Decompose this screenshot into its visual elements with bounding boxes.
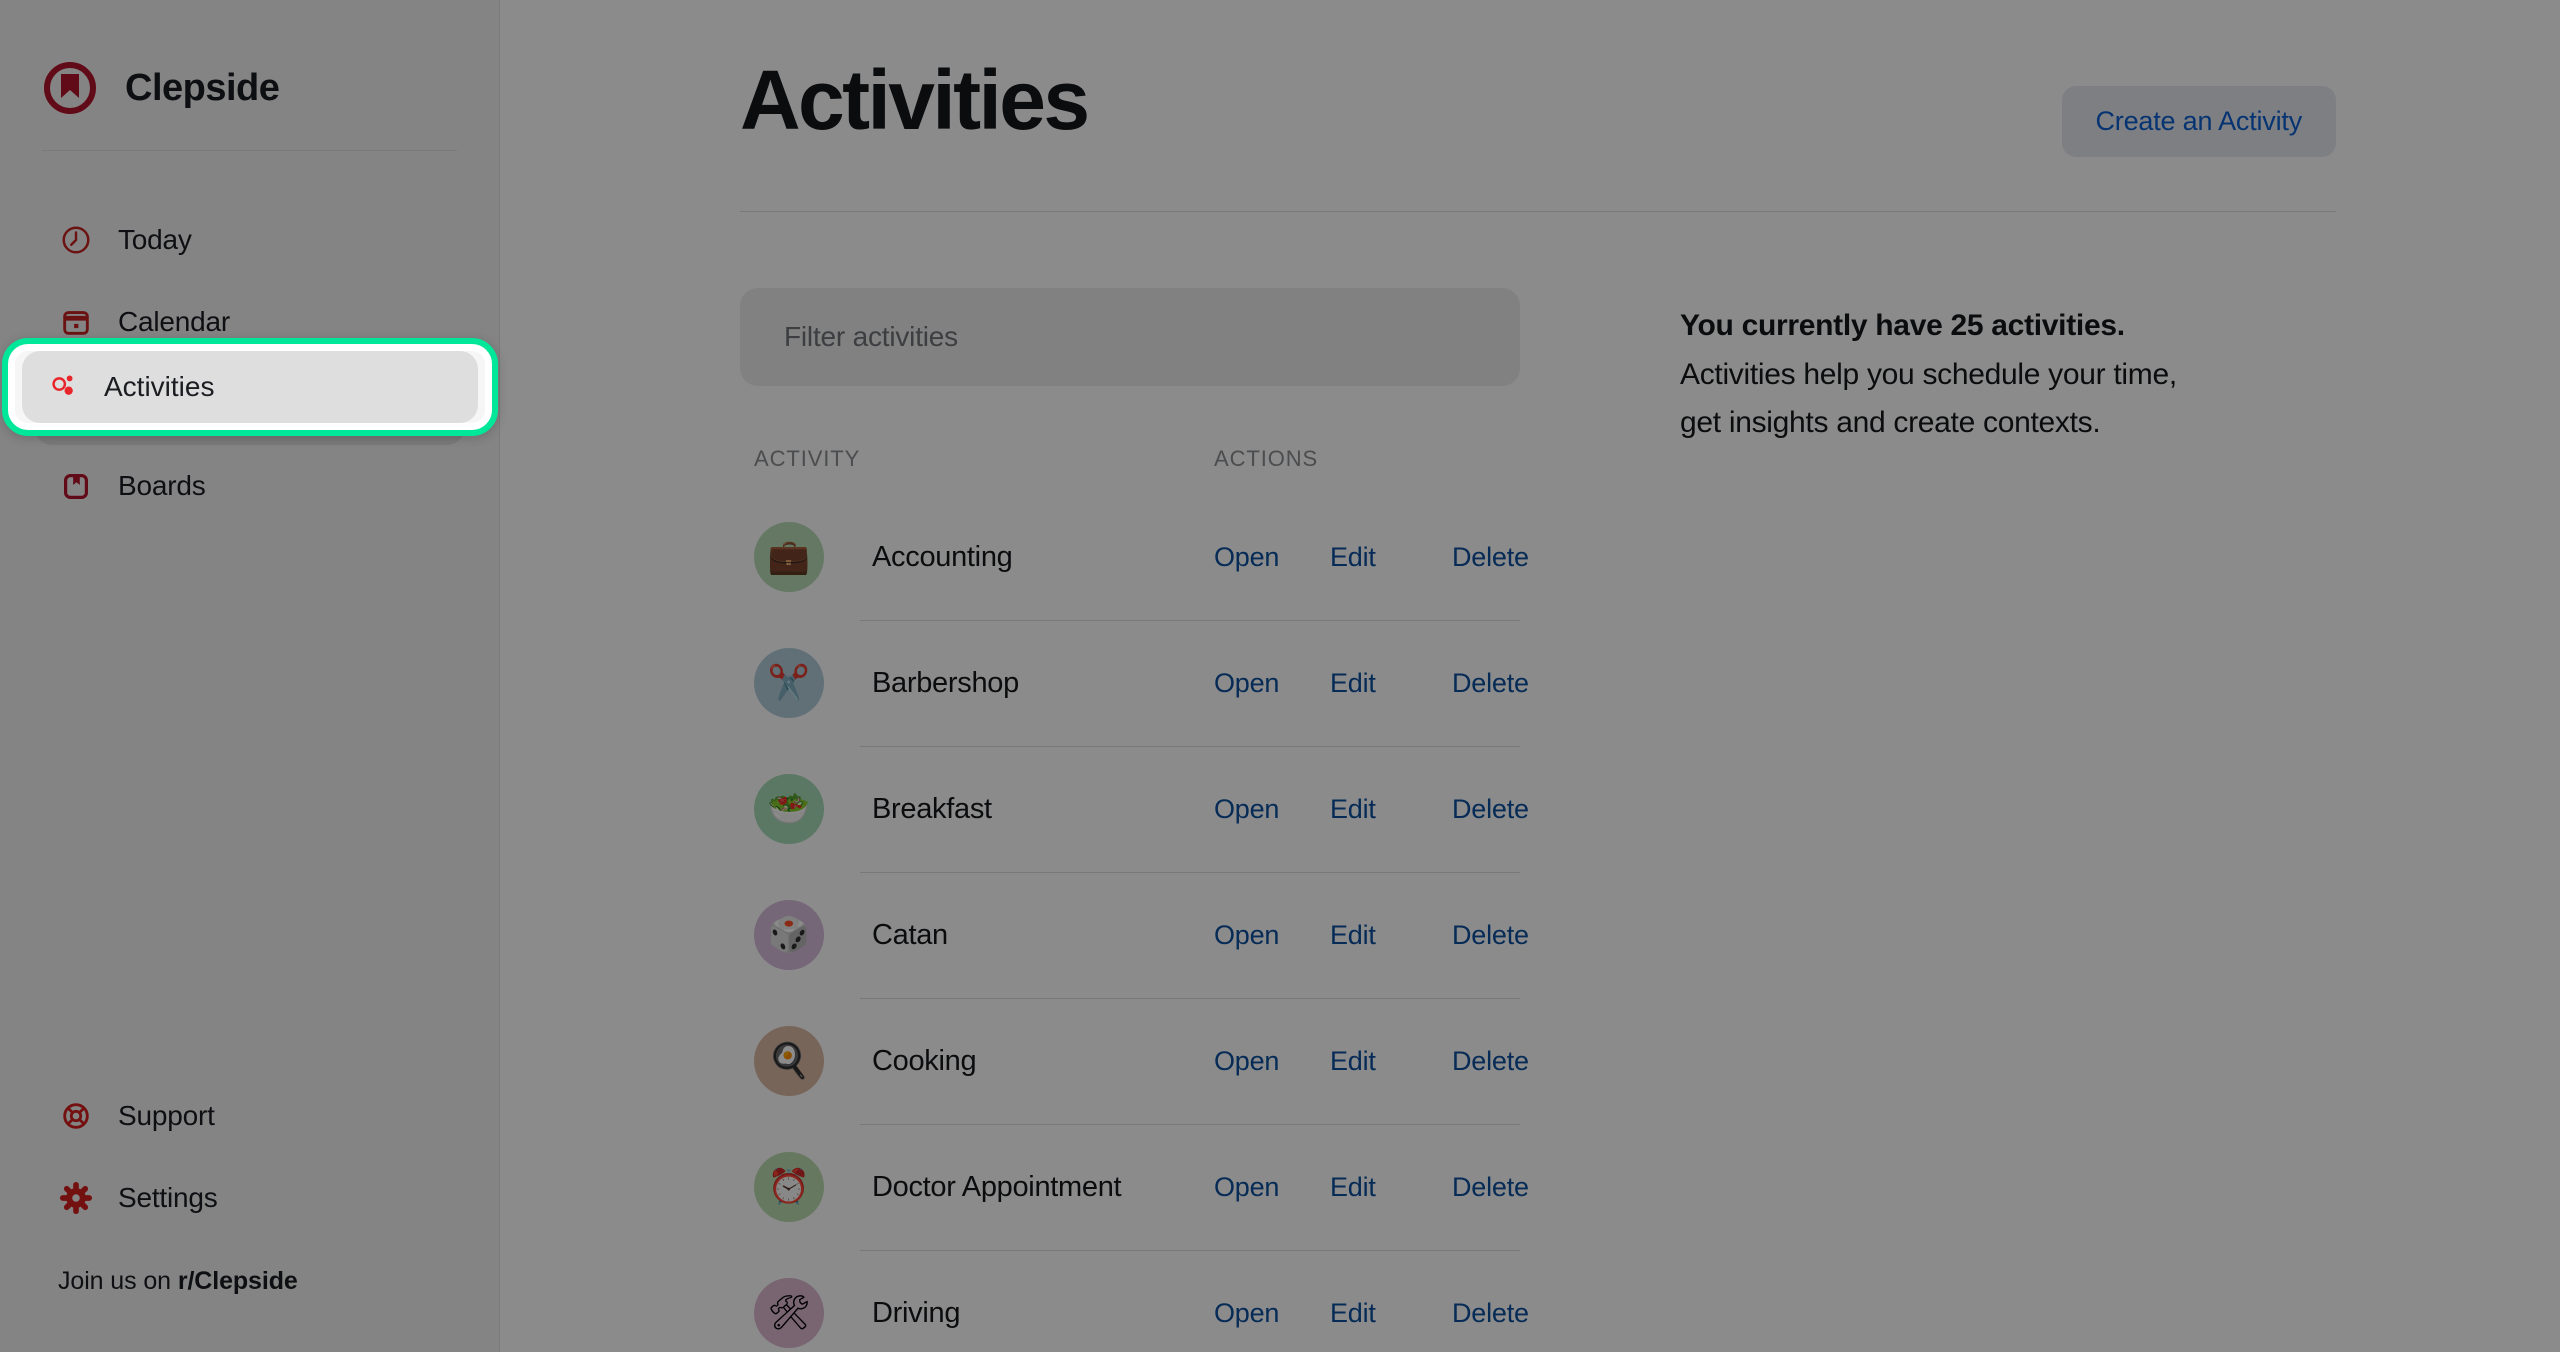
activity-name: Catan [872, 919, 1214, 952]
column-header-activity: ACTIVITY [754, 446, 1214, 472]
activity-avatar: 🍳 [754, 1026, 824, 1096]
app-root: Clepside Today [0, 0, 2560, 1352]
delete-link[interactable]: Delete [1452, 1046, 1572, 1077]
activities-table-body: 💼AccountingOpenEditDelete✂️BarbershopOpe… [740, 494, 1520, 1352]
info-description-line-1: Activities help you schedule your time, [1680, 351, 2336, 400]
highlight-pill[interactable]: Activities [22, 351, 478, 423]
delete-link[interactable]: Delete [1452, 794, 1572, 825]
table-row: ⏰Doctor AppointmentOpenEditDelete [740, 1124, 1520, 1250]
activity-actions: OpenEditDelete [1214, 1172, 1572, 1203]
sidebar: Clepside Today [0, 0, 500, 1352]
page-header: Activities Create an Activity [740, 0, 2336, 157]
page-title: Activities [740, 58, 1088, 142]
filter-activities-input[interactable] [784, 321, 1476, 353]
column-header-actions: ACTIONS [1214, 446, 1506, 472]
activity-actions: OpenEditDelete [1214, 1298, 1572, 1329]
activity-count-text: You currently have 25 activities. [1680, 302, 2336, 351]
join-community-name: r/Clepside [178, 1267, 298, 1295]
brand-divider [42, 150, 457, 151]
edit-link[interactable]: Edit [1330, 920, 1452, 951]
clepside-bookmark-logo-icon [42, 60, 98, 116]
activity-actions: OpenEditDelete [1214, 794, 1572, 825]
clock-icon [58, 222, 94, 258]
gear-icon [58, 1180, 94, 1216]
open-link[interactable]: Open [1214, 542, 1330, 573]
brand: Clepside [34, 0, 465, 128]
info-description-line-2: get insights and create contexts. [1680, 399, 2336, 448]
activity-avatar: 🛠 [754, 1278, 824, 1348]
activity-name: Breakfast [872, 793, 1214, 826]
edit-link[interactable]: Edit [1330, 1172, 1452, 1203]
main-content: Activities Create an Activity ACTIVITY A… [500, 0, 2560, 1352]
activity-actions: OpenEditDelete [1214, 920, 1572, 951]
edit-link[interactable]: Edit [1330, 542, 1452, 573]
sidebar-item-boards[interactable]: Boards [34, 445, 465, 527]
edit-link[interactable]: Edit [1330, 1298, 1452, 1329]
activity-name: Accounting [872, 541, 1214, 574]
boards-icon [58, 468, 94, 504]
activity-avatar: 💼 [754, 522, 824, 592]
open-link[interactable]: Open [1214, 1298, 1330, 1329]
table-row: 🍳CookingOpenEditDelete [740, 998, 1520, 1124]
filter-activities-box[interactable] [740, 288, 1520, 386]
activity-avatar: 🥗 [754, 774, 824, 844]
open-link[interactable]: Open [1214, 1046, 1330, 1077]
activities-icon [46, 368, 80, 407]
sidebar-flex-spacer [34, 527, 465, 1075]
table-row: 💼AccountingOpenEditDelete [740, 494, 1520, 620]
open-link[interactable]: Open [1214, 794, 1330, 825]
lifebuoy-icon [58, 1098, 94, 1134]
delete-link[interactable]: Delete [1452, 542, 1572, 573]
join-prefix: Join us on [58, 1267, 178, 1295]
delete-link[interactable]: Delete [1452, 920, 1572, 951]
sidebar-item-label: Settings [118, 1182, 218, 1214]
delete-link[interactable]: Delete [1452, 668, 1572, 699]
sidebar-item-label: Boards [118, 470, 206, 502]
delete-link[interactable]: Delete [1452, 1172, 1572, 1203]
table-row: ✂️BarbershopOpenEditDelete [740, 620, 1520, 746]
open-link[interactable]: Open [1214, 1172, 1330, 1203]
activity-avatar: 🎲 [754, 900, 824, 970]
brand-name: Clepside [125, 67, 279, 110]
activity-actions: OpenEditDelete [1214, 542, 1572, 573]
join-community-link[interactable]: Join us on r/Clepside [34, 1239, 465, 1320]
activity-actions: OpenEditDelete [1214, 1046, 1572, 1077]
sidebar-bottom: Support [34, 1075, 465, 1352]
sidebar-item-label: Calendar [118, 306, 230, 338]
sidebar-item-label: Activities [104, 371, 214, 403]
activity-name: Driving [872, 1297, 1214, 1330]
activities-table-header: ACTIVITY ACTIONS [740, 386, 1520, 472]
sidebar-item-settings[interactable]: Settings [34, 1157, 465, 1239]
table-row: 🛠DrivingOpenEditDelete [740, 1250, 1520, 1352]
edit-link[interactable]: Edit [1330, 794, 1452, 825]
sidebar-item-today[interactable]: Today [34, 199, 465, 281]
content-columns: ACTIVITY ACTIONS 💼AccountingOpenEditDele… [740, 212, 2336, 1352]
sidebar-item-label: Support [118, 1100, 215, 1132]
table-row: 🎲CatanOpenEditDelete [740, 872, 1520, 998]
open-link[interactable]: Open [1214, 668, 1330, 699]
info-panel: You currently have 25 activities. Activi… [1520, 288, 2336, 1352]
activity-avatar: ⏰ [754, 1152, 824, 1222]
sidebar-item-label: Today [118, 224, 192, 256]
activity-avatar: ✂️ [754, 648, 824, 718]
calendar-icon [58, 304, 94, 340]
highlighted-sidebar-item-activities[interactable]: Activities [2, 338, 498, 436]
activity-name: Cooking [872, 1045, 1214, 1078]
activities-column: ACTIVITY ACTIONS 💼AccountingOpenEditDele… [740, 288, 1520, 1352]
activity-name: Doctor Appointment [872, 1171, 1214, 1204]
delete-link[interactable]: Delete [1452, 1298, 1572, 1329]
activity-actions: OpenEditDelete [1214, 668, 1572, 699]
sidebar-item-support[interactable]: Support [34, 1075, 465, 1157]
create-activity-button[interactable]: Create an Activity [2062, 86, 2337, 157]
edit-link[interactable]: Edit [1330, 668, 1452, 699]
activity-name: Barbershop [872, 667, 1214, 700]
open-link[interactable]: Open [1214, 920, 1330, 951]
table-row: 🥗BreakfastOpenEditDelete [740, 746, 1520, 872]
edit-link[interactable]: Edit [1330, 1046, 1452, 1077]
